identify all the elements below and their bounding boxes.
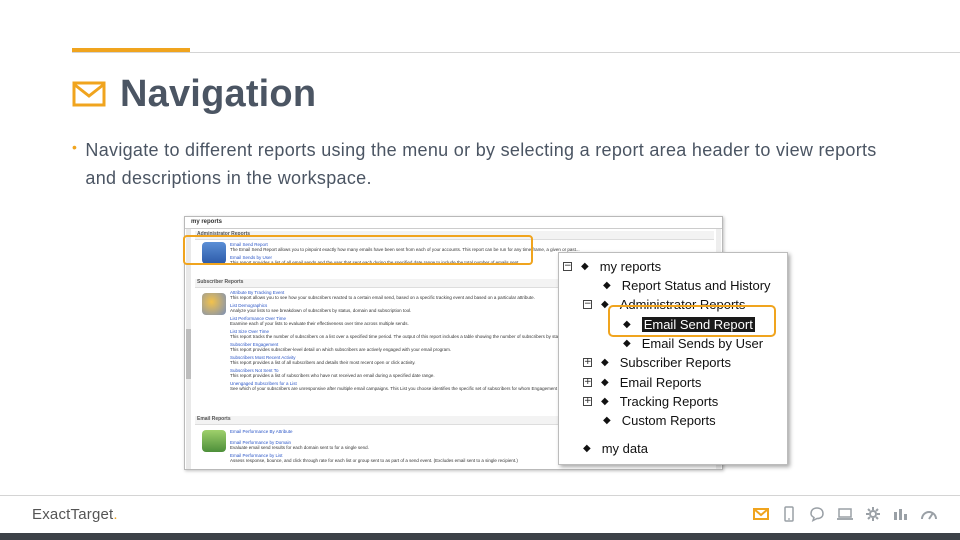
envelope-icon (72, 81, 106, 107)
tree-node-tracking[interactable]: + ◆ Tracking Reports (583, 392, 718, 410)
laptop-icon (836, 505, 854, 523)
bullet-icon: ◆ (623, 337, 631, 349)
subscriber-report-icon (202, 293, 226, 315)
email-report-icon (202, 430, 226, 452)
screenshot-scrollbar[interactable] (186, 229, 191, 469)
bullet-item: • Navigate to different reports using th… (72, 136, 892, 192)
bottom-bar (0, 533, 960, 540)
collapse-icon[interactable]: − (563, 261, 572, 271)
brand-dot: . (113, 506, 118, 523)
bullet-icon: ◆ (603, 279, 611, 291)
expand-icon[interactable]: + (583, 357, 592, 367)
bullet-icon: ◆ (601, 395, 609, 407)
page-title: Navigation (120, 72, 317, 115)
tree-node-label: Subscriber Reports (619, 354, 731, 370)
callout-highlight-screenshot (183, 235, 533, 265)
tree-node-label: Report Status and History (621, 277, 771, 293)
expand-icon[interactable]: + (583, 396, 592, 406)
email-icon (752, 505, 770, 523)
bullet-icon: ◆ (581, 260, 589, 272)
tree-node-label: Email Sends by User (641, 335, 764, 351)
report-tree-panel: − ◆ my reports ◆ Report Status and Histo… (558, 252, 788, 465)
bullet-text: Navigate to different reports using the … (85, 140, 877, 188)
tree-node-email-reports[interactable]: + ◆ Email Reports (583, 373, 701, 391)
callout-highlight-tree (608, 305, 776, 337)
bullet-dot: • (72, 139, 77, 155)
collapse-icon[interactable]: − (583, 299, 592, 309)
top-divider (72, 52, 960, 53)
tree-node-label: Email Reports (619, 374, 702, 390)
scrollbar-thumb[interactable] (186, 329, 191, 379)
tree-node-my-reports[interactable]: − ◆ my reports (563, 257, 661, 275)
gauge-icon (920, 505, 938, 523)
tree-node-report-status[interactable]: ◆ Report Status and History (603, 276, 771, 294)
mobile-icon (780, 505, 798, 523)
screenshot-header: my reports (185, 217, 722, 229)
title-row: Navigation (72, 70, 316, 118)
tree-node-subscriber[interactable]: + ◆ Subscriber Reports (583, 353, 731, 371)
tree-node-label: Tracking Reports (619, 393, 719, 409)
footer-icon-row (752, 505, 938, 523)
tree-node-label: my data (601, 440, 648, 456)
bar-chart-icon (892, 505, 910, 523)
tree-node-label: Custom Reports (621, 412, 716, 428)
tree-node-label: my reports (599, 258, 662, 274)
expand-icon[interactable]: + (583, 377, 592, 387)
tree-node-custom[interactable]: ◆ Custom Reports (603, 411, 716, 429)
gear-icon (864, 505, 882, 523)
brand-name: ExactTarget (32, 506, 114, 523)
chat-icon (808, 505, 826, 523)
brand-logo: ExactTarget. (32, 506, 118, 523)
bullet-icon: ◆ (583, 442, 591, 454)
footer-divider (0, 495, 960, 496)
bullet-icon: ◆ (603, 414, 611, 426)
bullet-icon: ◆ (601, 376, 609, 388)
tree-node-my-data[interactable]: ◆ my data (583, 439, 648, 457)
bullet-icon: ◆ (601, 356, 609, 368)
